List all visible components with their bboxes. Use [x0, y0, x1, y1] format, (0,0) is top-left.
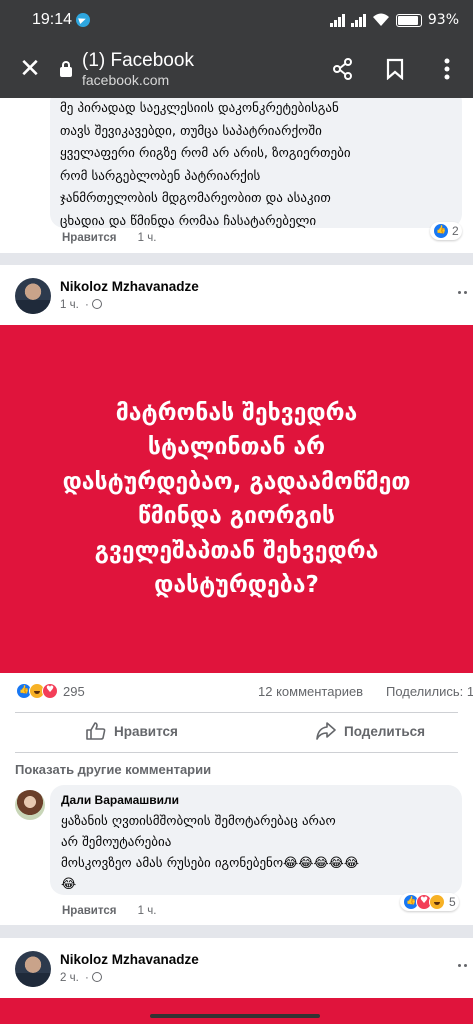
post-image[interactable]: მატრონას შეხვედრა სტალინთან არ დასტურდებ… [0, 325, 473, 673]
close-icon[interactable]: ✕ [0, 54, 60, 84]
shares-count[interactable]: Поделились: 1 [386, 684, 473, 699]
haha-reaction-icon [429, 894, 445, 910]
post-author[interactable]: Nikoloz Mzhavanadze [60, 952, 199, 967]
comment-like-link[interactable]: Нравится [62, 905, 116, 917]
comment-reactions[interactable]: 2 [430, 222, 462, 240]
like-reaction-icon [433, 223, 449, 239]
comment-reactions[interactable]: 5 [400, 893, 459, 911]
globe-icon [92, 972, 103, 982]
page-title: (1) Facebook [82, 50, 194, 71]
lock-icon [60, 61, 72, 77]
share-arrow-icon [316, 722, 336, 740]
gesture-bar[interactable] [150, 1014, 320, 1018]
battery-icon [395, 13, 422, 27]
signal-icon [329, 13, 345, 27]
status-time: 19:14 [32, 11, 73, 28]
wifi-icon [372, 13, 389, 26]
avatar[interactable] [15, 278, 51, 314]
post-menu-icon[interactable] [458, 291, 467, 294]
post-reactions[interactable]: 295 [16, 683, 85, 699]
like-button[interactable]: Нравится [86, 722, 178, 740]
share-button[interactable]: Поделиться [316, 722, 425, 740]
post-time[interactable]: 1 ч. [60, 299, 79, 311]
post-author[interactable]: Nikoloz Mzhavanadze [60, 279, 199, 294]
post-time[interactable]: 2 ч. [60, 972, 79, 984]
share-button-label: Поделиться [344, 723, 426, 739]
more-comments-link[interactable]: Показать другие комментарии [15, 762, 211, 777]
status-bar: 19:14 93% [0, 0, 473, 40]
signal-icon-2 [350, 13, 366, 27]
comment-reaction-count: 5 [449, 895, 456, 909]
comment-reaction-count: 2 [452, 224, 459, 238]
globe-icon [92, 299, 103, 309]
feed[interactable]: მე პირადად საეკლესიის დაკონკრეტებისგან თ… [0, 98, 473, 1024]
comments-count[interactable]: 12 комментариев [258, 684, 363, 699]
commenter-avatar[interactable] [15, 790, 45, 820]
divider [15, 752, 458, 753]
post-card-2: Nikoloz Mzhavanadze 2 ч. · [0, 938, 473, 1024]
post-image-text: მატრონას შეხვედრა სტალინთან არ დასტურდებ… [62, 399, 411, 599]
like-button-label: Нравится [114, 723, 178, 739]
comment-bubble: Дали Варамашвили ყაზანის ღვთისმშობლის შე… [50, 785, 462, 895]
url-area[interactable]: (1) Facebook facebook.com [82, 50, 317, 88]
divider [15, 712, 458, 713]
thumbs-up-icon [86, 722, 106, 740]
commenter-name[interactable]: Дали Варамашвили [61, 793, 451, 807]
comment-text: მე პირადად საეკლესიის დაკონკრეტებისგან თ… [60, 101, 351, 229]
page-host: facebook.com [82, 72, 170, 88]
telegram-icon [76, 13, 91, 27]
avatar[interactable] [15, 951, 51, 987]
share-icon[interactable] [317, 58, 369, 80]
bookmark-icon[interactable] [369, 58, 421, 80]
comment-time: 1 ч. [137, 232, 157, 244]
comment-text: ყაზანის ღვთისმშობლის შემოტარებაც არაო არ… [61, 814, 360, 892]
comment-card-top: მე პირადად საეკლესიის დაკონკრეტებისგან თ… [0, 98, 473, 253]
comment-time: 1 ч. [137, 905, 157, 917]
comment-like-link[interactable]: Нравится [62, 232, 116, 244]
comment-bubble: მე პირადად საეკლესიის დაკონკრეტებისგან თ… [50, 98, 462, 229]
more-menu-icon[interactable] [421, 58, 473, 80]
post-card-1: Nikoloz Mzhavanadze 1 ч. · მატრონას შეხვ… [0, 265, 473, 925]
love-reaction-icon [42, 683, 58, 699]
reaction-count: 295 [63, 683, 85, 699]
post-image[interactable] [0, 998, 473, 1024]
post-menu-icon[interactable] [458, 964, 467, 967]
browser-toolbar: ✕ (1) Facebook facebook.com [0, 40, 473, 98]
battery-percent: 93 [427, 12, 446, 28]
